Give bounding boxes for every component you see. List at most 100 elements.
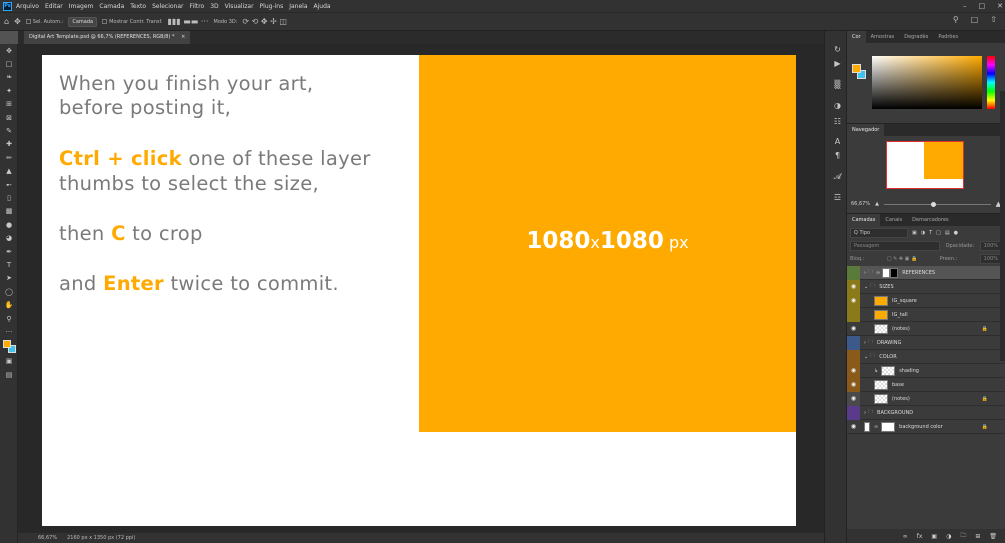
layer-visibility-toggle[interactable] [847,349,860,364]
menu-ajuda[interactable]: Ajuda [314,3,331,10]
layer-row[interactable]: › 🗀 ∞ REFERENCES [847,265,1005,280]
fx-icon[interactable]: fx [917,533,923,540]
layer-thumb[interactable] [874,393,888,404]
expand-arrow-icon[interactable]: › [864,410,866,416]
search-icon[interactable]: ⚲ [953,16,959,24]
add-mask-icon[interactable]: ▣ [931,533,937,540]
status-zoom[interactable]: 66,67% [38,535,57,541]
layer-name[interactable]: BACKGROUND [877,410,913,416]
glyphs-icon[interactable]: 𝓐 [828,172,847,182]
blend-mode-select[interactable]: Passagem [850,241,940,251]
fill-input[interactable]: 100% [979,254,1002,264]
filter-pixel-icon[interactable]: ▣ [912,230,917,236]
lasso-tool-icon[interactable]: ❧ [0,71,18,84]
layer-thumb[interactable] [874,323,888,334]
screen-mode-icon[interactable]: ▤ [0,368,18,381]
tab-padroes[interactable]: Padrões [933,31,963,43]
canvas-area[interactable]: When you finish your art, before posting… [18,44,824,533]
frame-tool-icon[interactable]: ⊠ [0,111,18,124]
eye-icon[interactable]: ◉ [847,420,860,434]
zoom-tool-icon[interactable]: ⚲ [0,312,18,325]
layer-visibility-toggle[interactable] [847,265,860,280]
filter-shape-icon[interactable]: □ [936,230,941,236]
layer-thumb[interactable] [874,379,888,390]
hand-tool-icon[interactable]: ✋ [0,298,18,311]
menu-visualizar[interactable]: Visualizar [225,3,254,10]
layer-row[interactable]: ◉ ∞ background color 🔒 [847,420,1005,434]
eye-icon[interactable]: ◉ [847,293,860,308]
libraries-icon[interactable]: ☲ [828,193,847,202]
transform-controls-option[interactable]: Mostrar Contr. Transf. [102,19,162,25]
move-tool-icon[interactable]: ✥ [14,17,21,26]
shape-tool-icon[interactable]: ◯ [0,285,18,298]
paragraph-icon[interactable]: ¶ [828,151,847,160]
quick-mask-icon[interactable]: ▣ [0,355,18,368]
layer-row[interactable]: IG_tall [847,307,1005,322]
layer-name[interactable]: DRAWING [877,340,901,346]
menu-arquivo[interactable]: Arquivo [16,3,39,10]
dodge-tool-icon[interactable]: ◕ [0,231,18,244]
link-layers-icon[interactable]: ∞ [903,533,908,540]
auto-select-option[interactable]: Sel. Autom.: [25,19,63,25]
filter-type-icon[interactable]: T [929,230,932,236]
layer-row[interactable]: ◉ IG_square [847,293,1005,308]
layer-name[interactable]: shading [899,368,919,374]
panel-scrollbar[interactable] [1000,91,1005,361]
zoom-slider-thumb[interactable] [930,201,936,207]
opacity-input[interactable]: 100% [979,241,1002,251]
properties-icon[interactable]: ☷ [828,117,847,126]
eye-icon[interactable]: ◉ [847,377,860,392]
layer-row[interactable]: ◉ (notes) 🔒 [847,391,1005,406]
expand-arrow-icon[interactable]: ⌄ [864,284,868,290]
menu-filtro[interactable]: Filtro [190,3,205,10]
menu-janela[interactable]: Janela [289,3,307,10]
zoom-out-icon[interactable]: ▲ [875,201,879,207]
layer-name[interactable]: (notes) [892,396,910,402]
more-tools-icon[interactable]: ··· [0,325,18,338]
type-tool-icon[interactable]: T [0,258,18,271]
actions-icon[interactable]: ▶ [828,59,847,68]
filter-smart-icon[interactable]: ▤ [945,230,950,236]
new-group-icon[interactable]: 🗀 [960,531,966,541]
filter-toggle-icon[interactable]: ● [954,230,958,236]
document-canvas[interactable]: When you finish your art, before posting… [42,55,796,526]
saturation-field[interactable] [872,56,982,109]
adjustment-layer-icon[interactable]: ◑ [946,533,951,540]
delete-layer-icon[interactable]: 🗑 [989,533,997,540]
tab-demarcadores[interactable]: Demarcadores [907,214,953,226]
eye-icon[interactable]: ◉ [847,322,860,336]
layer-row[interactable]: ⌄ 🗀 COLOR [847,349,1005,364]
layer-name[interactable]: (notes) [892,326,910,332]
layer-name[interactable]: REFERENCES [902,270,935,276]
hue-slider[interactable] [987,56,995,109]
brush-tool-icon[interactable]: ✏ [0,151,18,164]
menu-camada[interactable]: Camada [99,3,124,10]
character-icon[interactable]: A [828,137,847,146]
expand-arrow-icon[interactable]: › [864,340,866,346]
layer-row[interactable]: › 🗀 DRAWING [847,335,1005,350]
share-icon[interactable]: ⇧ [990,16,997,24]
layer-visibility-toggle[interactable] [847,405,860,420]
tab-navegador[interactable]: Navegador [847,124,885,136]
minimize-icon[interactable]: – [963,0,967,12]
navigator-preview[interactable] [886,141,964,189]
pen-tool-icon[interactable]: ✒ [0,245,18,258]
align-icons[interactable]: ▮▮▮ ▬▬ ··· [167,17,208,26]
layer-thumb[interactable] [882,267,891,278]
move-tool-icon[interactable]: ✥ [0,44,18,57]
layer-row[interactable]: ◉ ↳ shading [847,363,1005,378]
tab-canais[interactable]: Canais [880,214,907,226]
panel-foreground-swatch[interactable] [852,64,861,73]
layer-filter-select[interactable]: Q Tipo [850,228,908,238]
tab-amostras[interactable]: Amostras [866,31,900,43]
crop-tool-icon[interactable]: ⊞ [0,98,18,111]
layer-mask-thumb[interactable] [881,421,896,432]
layer-row[interactable]: ◉ ⌄ 🗀 SIZES [847,279,1005,294]
layer-name[interactable]: IG_square [892,298,917,304]
eye-icon[interactable]: ◉ [847,391,860,406]
eraser-tool-icon[interactable]: ▯ [0,191,18,204]
magic-wand-tool-icon[interactable]: ✦ [0,84,18,97]
path-selection-icon[interactable]: ➤ [0,272,18,285]
layer-name[interactable]: COLOR [879,354,896,360]
layer-visibility-toggle[interactable] [847,307,860,322]
